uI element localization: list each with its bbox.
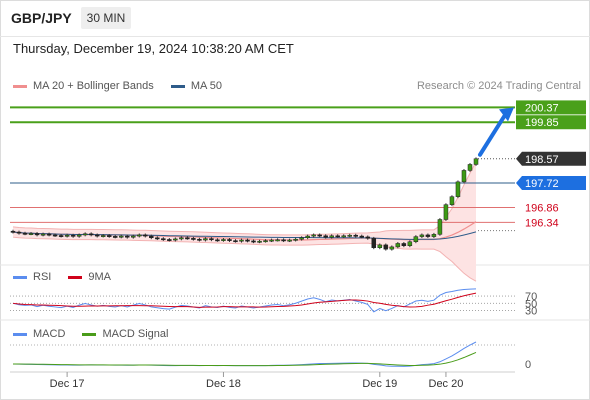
x-tick-label: Dec 17 bbox=[50, 378, 85, 390]
macd-signal-line bbox=[12, 351, 477, 367]
candle-body bbox=[40, 233, 46, 236]
candle-body bbox=[425, 234, 431, 237]
candle-body bbox=[64, 234, 70, 237]
macd-zero-label: 0 bbox=[525, 359, 531, 371]
candle-body bbox=[269, 239, 274, 242]
candle-body bbox=[58, 235, 64, 237]
candle-body bbox=[359, 235, 365, 238]
bollinger-band bbox=[13, 162, 476, 282]
candle-body bbox=[221, 239, 226, 241]
candle-body bbox=[16, 231, 22, 234]
candle-body bbox=[449, 196, 455, 205]
candle-body bbox=[377, 244, 383, 248]
candle-body bbox=[281, 239, 286, 242]
candle-body bbox=[137, 234, 142, 237]
candle-body bbox=[419, 234, 425, 237]
candle-body bbox=[371, 238, 377, 248]
candle-body bbox=[100, 235, 106, 237]
macd-line bbox=[12, 341, 477, 367]
candle-body bbox=[305, 235, 310, 239]
level-resistance-0-label: 200.37 bbox=[525, 102, 559, 114]
level-pivot-3-label: 197.72 bbox=[525, 178, 559, 190]
candle-body bbox=[167, 239, 172, 241]
candle-body bbox=[143, 234, 148, 237]
level-last-2-label: 198.57 bbox=[525, 154, 559, 166]
candle-body bbox=[437, 219, 443, 235]
candle-body bbox=[245, 239, 250, 242]
candle-body bbox=[431, 234, 437, 237]
candle-body bbox=[341, 235, 346, 238]
level-support-4-label: 196.86 bbox=[525, 203, 559, 215]
candle-body bbox=[124, 235, 130, 238]
candle-body bbox=[179, 237, 184, 240]
candle-body bbox=[52, 234, 58, 237]
candle-body bbox=[251, 240, 256, 243]
candle-body bbox=[299, 237, 304, 240]
projection-arrow-shaft bbox=[478, 111, 508, 157]
level-support-5-label: 196.34 bbox=[525, 217, 559, 229]
candle-body bbox=[317, 234, 322, 237]
candle-body bbox=[335, 235, 340, 238]
candle-body bbox=[383, 244, 389, 250]
candle-body bbox=[203, 238, 208, 241]
candle-body bbox=[401, 243, 407, 246]
chart-canvas: 200.37199.85198.57197.72196.86196.34 705… bbox=[0, 100, 590, 390]
x-tick-label: Dec 19 bbox=[362, 378, 397, 390]
candle-body bbox=[88, 233, 94, 236]
candle-body bbox=[293, 238, 298, 241]
candle-body bbox=[70, 234, 76, 237]
candle-body bbox=[329, 235, 334, 238]
candle-body bbox=[46, 233, 52, 236]
candle-body bbox=[215, 239, 220, 242]
candle-body bbox=[263, 240, 268, 243]
candle-body bbox=[10, 230, 16, 233]
candle-body bbox=[353, 234, 358, 237]
candle-body bbox=[239, 239, 244, 242]
candle-body bbox=[209, 238, 214, 241]
rsi-level-label: 30 bbox=[525, 306, 537, 318]
candle-body bbox=[82, 233, 88, 236]
rsi-line bbox=[12, 288, 477, 313]
candle-body bbox=[34, 233, 40, 236]
candle-body bbox=[347, 234, 352, 237]
candle-body bbox=[323, 235, 328, 238]
candle-body bbox=[233, 240, 238, 243]
candle-body bbox=[407, 241, 413, 246]
candle-body bbox=[467, 164, 473, 171]
candle-body bbox=[173, 238, 178, 241]
candle-body bbox=[455, 181, 461, 197]
candle-body bbox=[28, 233, 34, 235]
candle-body bbox=[413, 236, 419, 242]
bollinger-upper-line bbox=[12, 161, 477, 236]
candle-body bbox=[461, 170, 467, 183]
candle-body bbox=[389, 246, 395, 250]
candle-body bbox=[161, 238, 166, 241]
candle-body bbox=[112, 236, 118, 238]
candle-body bbox=[149, 235, 154, 239]
x-tick-label: Dec 18 bbox=[206, 378, 241, 390]
candle-body bbox=[131, 235, 136, 238]
candle-body bbox=[118, 235, 124, 238]
candle-body bbox=[155, 237, 160, 240]
candle-body bbox=[227, 239, 232, 241]
candle-body bbox=[191, 238, 196, 240]
level-resistance-1-label: 199.85 bbox=[525, 117, 559, 129]
candle-body bbox=[275, 239, 280, 242]
candle-body bbox=[76, 234, 82, 237]
candle-body bbox=[257, 240, 262, 243]
candle-body bbox=[365, 236, 371, 239]
candle-body bbox=[311, 234, 316, 237]
candle-body bbox=[185, 237, 190, 240]
candle-body bbox=[443, 204, 449, 220]
x-tick-label: Dec 20 bbox=[429, 378, 464, 390]
candle-body bbox=[473, 158, 479, 165]
candle-body bbox=[197, 238, 202, 241]
candle-body bbox=[94, 234, 100, 237]
candle-body bbox=[287, 239, 292, 242]
candle-body bbox=[395, 243, 401, 248]
candle-body bbox=[22, 232, 28, 235]
candle-body bbox=[106, 235, 112, 237]
